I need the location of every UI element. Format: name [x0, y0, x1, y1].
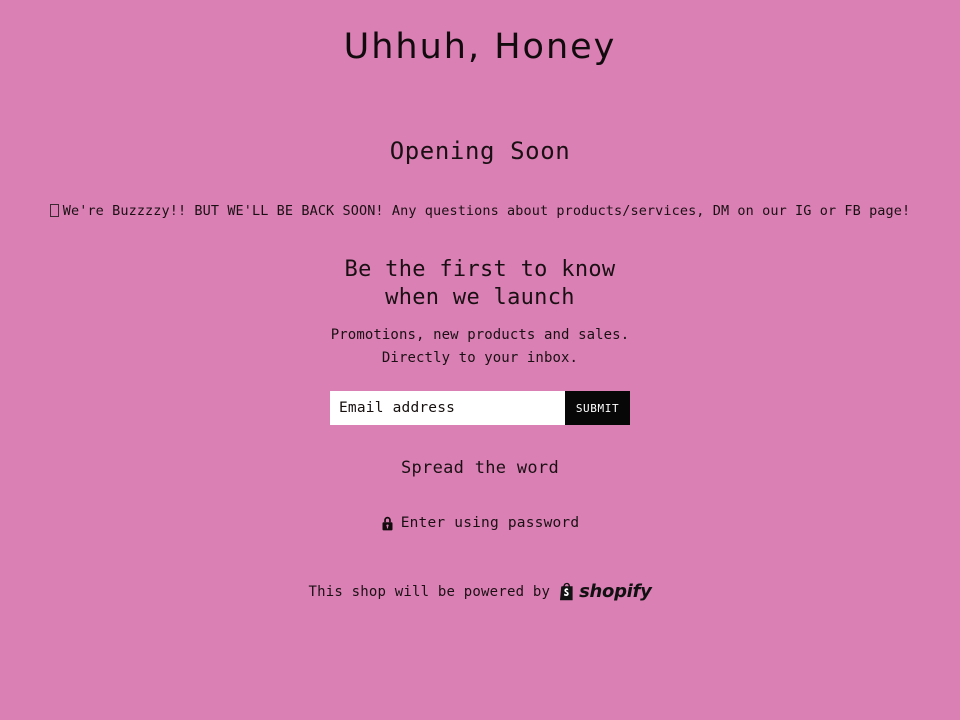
enter-using-password-link[interactable]: Enter using password — [0, 513, 960, 533]
newsletter-section: Be the first to know when we launch Prom… — [0, 256, 960, 425]
password-page: Uhhuh, Honey Opening Soon We're Buzzzzy!… — [0, 0, 960, 720]
newsletter-subtext: Promotions, new products and sales. Dire… — [250, 324, 710, 370]
shopify-logo-link[interactable]: shopify — [559, 581, 652, 602]
newsletter-subtext-line1: Promotions, new products and sales. — [330, 327, 630, 343]
page-title: Uhhuh, Honey — [343, 27, 617, 67]
email-input[interactable] — [330, 391, 565, 425]
shopify-wordmark: shopify — [579, 581, 652, 602]
spread-the-word-heading: Spread the word — [400, 458, 560, 478]
shopify-bag-icon — [559, 582, 576, 601]
newsletter-form: SUBMIT — [330, 391, 630, 425]
lock-icon — [381, 516, 394, 531]
enter-using-password-label: Enter using password — [400, 515, 580, 531]
shop-message: We're Buzzzzy!! BUT WE'LL BE BACK SOON! … — [0, 201, 960, 221]
newsletter-heading-line2: we launch — [452, 285, 575, 310]
newsletter-subtext-line2: Directly to your inbox. — [381, 350, 579, 366]
submit-button[interactable]: SUBMIT — [565, 391, 630, 425]
shop-message-text: We're Buzzzzy!! BUT WE'LL BE BACK SOON! … — [62, 203, 911, 219]
footer: This shop will be powered by shopify — [0, 581, 960, 602]
opening-soon-heading: Opening Soon — [389, 137, 571, 165]
newsletter-heading: Be the first to know when we launch — [320, 256, 640, 312]
missing-glyph-box-icon — [49, 204, 59, 217]
footer-text: This shop will be powered by — [308, 583, 551, 600]
